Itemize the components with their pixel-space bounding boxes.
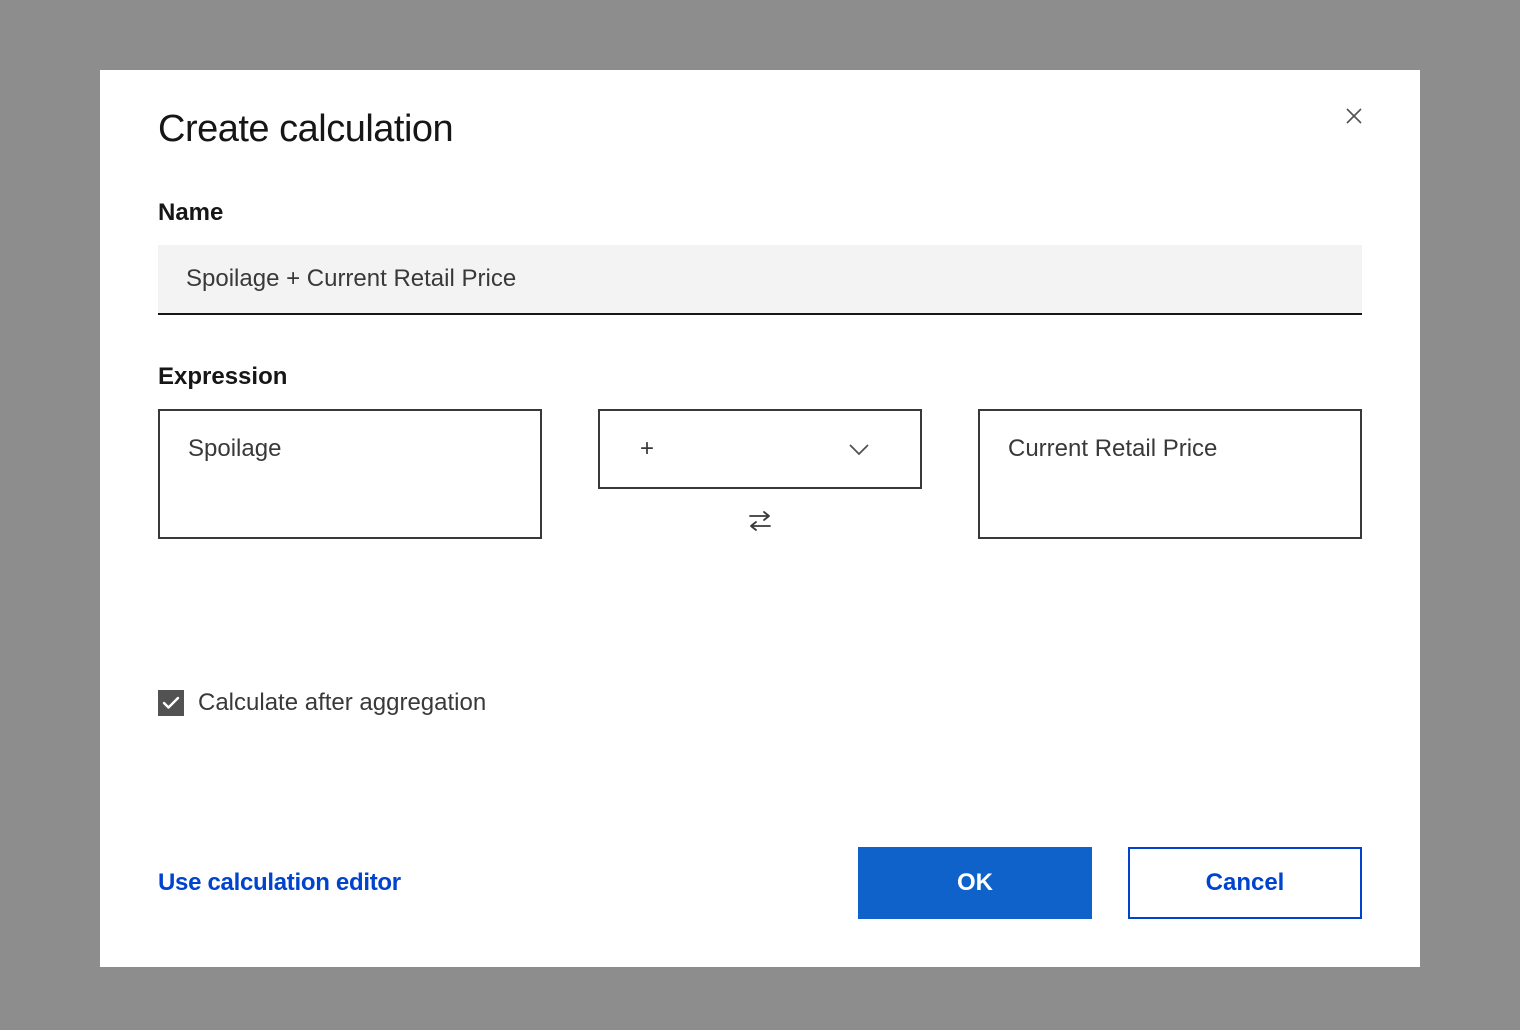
- expression-row: Spoilage +: [158, 409, 1362, 539]
- aggregate-checkbox-row: Calculate after aggregation: [158, 689, 1362, 717]
- aggregate-checkbox[interactable]: [158, 690, 184, 716]
- name-label: Name: [158, 199, 1362, 227]
- swap-icon: [746, 507, 774, 535]
- dialog-title: Create calculation: [158, 108, 453, 151]
- aggregate-checkbox-label: Calculate after aggregation: [198, 689, 486, 717]
- close-icon: [1344, 106, 1364, 126]
- close-button[interactable]: [1340, 102, 1368, 130]
- operand-right-box[interactable]: Current Retail Price: [978, 409, 1362, 539]
- name-field-group: Name: [158, 199, 1362, 315]
- name-input[interactable]: [158, 245, 1362, 315]
- footer-buttons: OK Cancel: [858, 847, 1362, 919]
- create-calculation-dialog: Create calculation Name Expression Spoil…: [100, 70, 1420, 967]
- checkmark-icon: [162, 696, 180, 710]
- use-calculation-editor-link[interactable]: Use calculation editor: [158, 869, 401, 897]
- dialog-header: Create calculation: [158, 108, 1362, 151]
- swap-operands-button[interactable]: [742, 503, 778, 539]
- ok-button[interactable]: OK: [858, 847, 1092, 919]
- cancel-button[interactable]: Cancel: [1128, 847, 1362, 919]
- operator-select[interactable]: +: [598, 409, 922, 489]
- operand-left-text: Spoilage: [188, 435, 281, 462]
- operator-text: +: [640, 435, 654, 463]
- operand-left-box[interactable]: Spoilage: [158, 409, 542, 539]
- expression-label: Expression: [158, 363, 1362, 391]
- operand-right-text: Current Retail Price: [1008, 435, 1217, 462]
- operator-container: +: [598, 409, 922, 539]
- chevron-down-icon: [848, 442, 870, 456]
- dialog-footer: Use calculation editor OK Cancel: [158, 847, 1362, 919]
- expression-section: Expression Spoilage +: [158, 363, 1362, 539]
